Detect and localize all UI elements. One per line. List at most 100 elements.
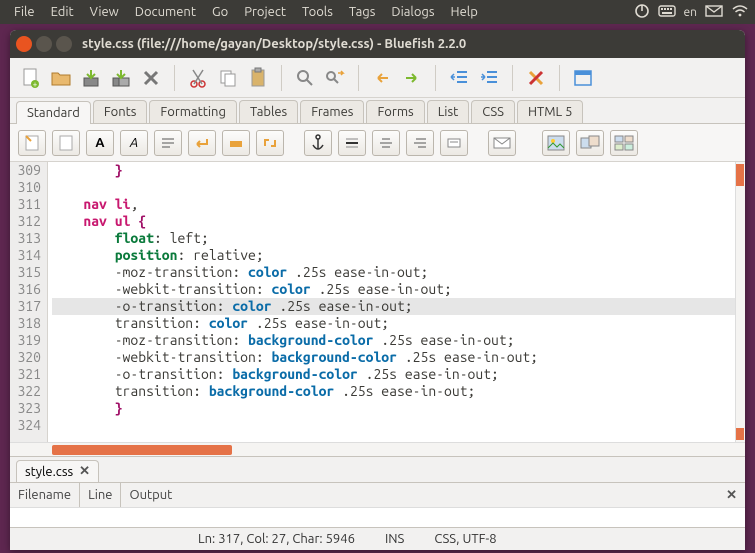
code-line[interactable]: } <box>52 400 745 417</box>
tab-html5[interactable]: HTML 5 <box>517 100 584 123</box>
indent-icon[interactable] <box>476 65 502 91</box>
menu-file[interactable]: File <box>6 2 43 22</box>
menu-go[interactable]: Go <box>204 2 236 22</box>
code-line[interactable] <box>52 179 745 196</box>
close-file-icon[interactable] <box>138 65 164 91</box>
copy-icon[interactable] <box>215 65 241 91</box>
code-line[interactable]: nav ul { <box>52 213 745 230</box>
code-line[interactable] <box>52 417 745 434</box>
nbsp-icon[interactable] <box>222 130 250 156</box>
power-icon[interactable] <box>634 3 650 22</box>
code-line[interactable]: transition: background-color .25s ease-i… <box>52 383 745 400</box>
comment-icon[interactable] <box>440 130 468 156</box>
preferences-icon[interactable] <box>523 65 549 91</box>
rightalign-icon[interactable] <box>406 130 434 156</box>
code-line[interactable]: -webkit-transition: background-color .25… <box>52 349 745 366</box>
editor-area[interactable]: 3093103113123133143153163173183193203213… <box>10 162 745 442</box>
window-titlebar[interactable]: style.css (file:///home/gayan/Desktop/st… <box>10 30 745 58</box>
window-maximize-button[interactable] <box>56 36 72 52</box>
menu-project[interactable]: Project <box>236 2 294 22</box>
code-line[interactable]: -moz-transition: color .25s ease-in-out; <box>52 264 745 281</box>
output-col-line[interactable]: Line <box>80 483 121 507</box>
line-number: 321 <box>14 366 41 383</box>
main-toolbar: + <box>10 58 745 98</box>
menu-view[interactable]: View <box>82 2 127 22</box>
code-line[interactable]: float: left; <box>52 230 745 247</box>
hr-icon[interactable] <box>338 130 366 156</box>
undo-icon[interactable] <box>369 65 395 91</box>
anchor-link-icon[interactable] <box>256 130 284 156</box>
code-line[interactable]: -webkit-transition: color .25s ease-in-o… <box>52 281 745 298</box>
output-close-icon[interactable]: ✕ <box>718 488 745 503</box>
code-line[interactable]: nav li, <box>52 196 745 213</box>
find-icon[interactable] <box>292 65 318 91</box>
save-icon[interactable] <box>78 65 104 91</box>
body-icon[interactable] <box>52 130 80 156</box>
line-number: 314 <box>14 247 41 264</box>
quickstart-icon[interactable] <box>18 130 46 156</box>
app-window: style.css (file:///home/gayan/Desktop/st… <box>10 30 745 550</box>
paragraph-icon[interactable] <box>154 130 182 156</box>
email-icon[interactable] <box>488 130 516 156</box>
tab-frames[interactable]: Frames <box>300 100 364 123</box>
break-icon[interactable] <box>188 130 216 156</box>
menu-tags[interactable]: Tags <box>341 2 384 22</box>
anchor-icon[interactable] <box>304 130 332 156</box>
center-icon[interactable] <box>372 130 400 156</box>
tab-standard[interactable]: Standard <box>16 101 91 124</box>
line-number: 323 <box>14 400 41 417</box>
line-number: 313 <box>14 230 41 247</box>
system-tray: en <box>634 3 749 22</box>
document-tabs: style.css ✕ <box>10 456 745 482</box>
bold-icon[interactable]: A <box>86 130 114 156</box>
vertical-scrollbar[interactable] <box>735 162 745 442</box>
code-line[interactable]: transition: color .25s ease-in-out; <box>52 315 745 332</box>
tab-tables[interactable]: Tables <box>239 100 298 123</box>
redo-icon[interactable] <box>399 65 425 91</box>
find-replace-icon[interactable] <box>322 65 348 91</box>
mail-icon[interactable] <box>705 4 723 21</box>
new-file-icon[interactable]: + <box>18 65 44 91</box>
image-icon[interactable] <box>542 130 570 156</box>
tab-fonts[interactable]: Fonts <box>93 100 148 123</box>
tab-formatting[interactable]: Formatting <box>149 100 237 123</box>
system-menubar: FileEditViewDocumentGoProjectToolsTagsDi… <box>0 0 755 24</box>
cut-icon[interactable] <box>185 65 211 91</box>
keyboard-icon[interactable] <box>658 4 676 21</box>
file-tab-stylecss[interactable]: style.css ✕ <box>16 460 99 482</box>
menu-tools[interactable]: Tools <box>294 2 341 22</box>
wifi-icon[interactable] <box>731 4 749 21</box>
window-close-button[interactable] <box>16 36 32 52</box>
open-file-icon[interactable] <box>48 65 74 91</box>
horizontal-scrollbar[interactable] <box>10 442 745 456</box>
code-line[interactable]: } <box>52 162 745 179</box>
paste-icon[interactable] <box>245 65 271 91</box>
save-as-icon[interactable] <box>108 65 134 91</box>
menu-edit[interactable]: Edit <box>43 2 82 22</box>
code-view[interactable]: } nav li, nav ul { float: left; position… <box>48 162 745 442</box>
code-line[interactable]: -o-transition: color .25s ease-in-out; <box>52 298 745 315</box>
keyboard-lang-label[interactable]: en <box>684 6 697 19</box>
html-toolbar: A A <box>10 124 745 162</box>
thumbnail-icon[interactable] <box>576 130 604 156</box>
italic-icon[interactable]: A <box>120 130 148 156</box>
menu-document[interactable]: Document <box>127 2 204 22</box>
code-line[interactable]: -o-transition: background-color .25s eas… <box>52 366 745 383</box>
output-col-filename[interactable]: Filename <box>10 483 80 507</box>
code-line[interactable]: position: relative; <box>52 247 745 264</box>
unindent-icon[interactable] <box>446 65 472 91</box>
line-number: 310 <box>14 179 41 196</box>
menu-help[interactable]: Help <box>443 2 486 22</box>
multithumb-icon[interactable] <box>610 130 638 156</box>
close-tab-icon[interactable]: ✕ <box>79 464 90 479</box>
code-line[interactable]: -moz-transition: background-color .25s e… <box>52 332 745 349</box>
fullscreen-icon[interactable] <box>570 65 596 91</box>
menu-dialogs[interactable]: Dialogs <box>383 2 442 22</box>
window-minimize-button[interactable] <box>36 36 52 52</box>
svg-text:+: + <box>33 80 38 89</box>
line-number: 324 <box>14 417 41 434</box>
output-col-output[interactable]: Output <box>121 483 718 507</box>
tab-forms[interactable]: Forms <box>366 100 424 123</box>
tab-css[interactable]: CSS <box>471 100 515 123</box>
tab-list[interactable]: List <box>427 100 470 123</box>
